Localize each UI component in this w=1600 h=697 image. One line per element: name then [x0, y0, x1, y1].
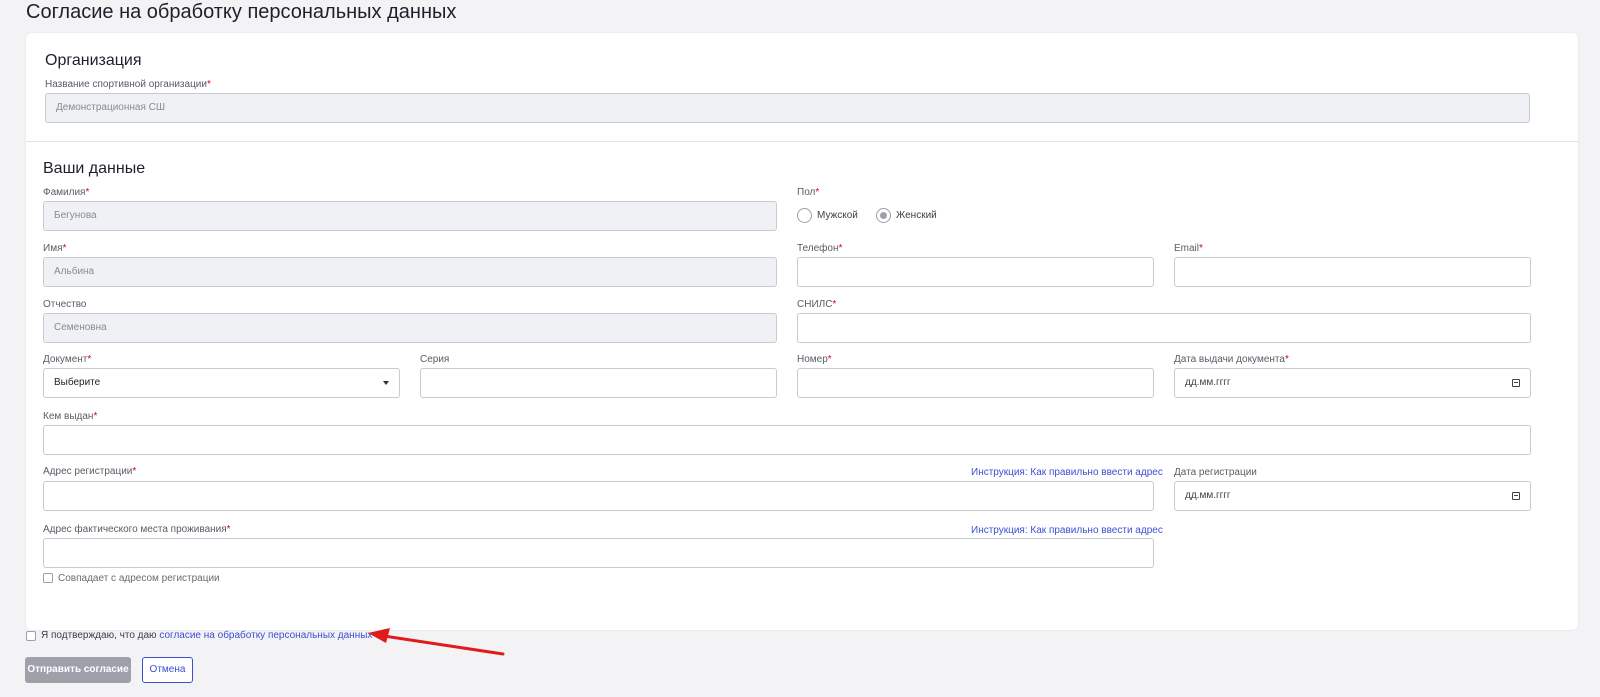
document-select[interactable]: Выберите	[43, 368, 400, 398]
gender-male-radio[interactable]	[797, 208, 812, 223]
gender-male-label: Мужской	[817, 210, 858, 221]
consent-text: Я подтверждаю, что даю согласие на обраб…	[41, 630, 373, 641]
same-address-label: Совпадает с адресом регистрации	[58, 573, 220, 584]
snils-label: СНИЛС*	[797, 299, 837, 310]
series-label: Серия	[420, 354, 450, 365]
personal-section-title: Ваши данные	[43, 160, 146, 177]
issue-date-label: Дата выдачи документа*	[1174, 354, 1289, 365]
annotation-arrow-shaft	[382, 634, 505, 656]
reg-date-input[interactable]: дд.мм.гггг	[1174, 481, 1531, 511]
same-address-checkbox[interactable]	[43, 573, 53, 583]
patronymic-label: Отчество	[43, 299, 87, 310]
annotation-arrow-head	[368, 628, 390, 643]
consent-link[interactable]: согласие на обработку персональных данны…	[159, 630, 372, 641]
gender-female-radio[interactable]	[876, 208, 891, 223]
issue-date-placeholder: дд.мм.гггг	[1185, 377, 1231, 388]
actual-address-input[interactable]	[43, 538, 1154, 568]
consent-checkbox[interactable]	[26, 631, 36, 641]
phone-input[interactable]	[797, 257, 1154, 287]
reg-date-placeholder: дд.мм.гггг	[1185, 490, 1231, 501]
actual-address-label: Адрес фактического места проживания*	[43, 524, 231, 535]
patronymic-field: Семеновна	[43, 313, 777, 343]
last-name-label: Фамилия*	[43, 187, 90, 198]
snils-input[interactable]	[797, 313, 1531, 343]
cancel-button[interactable]: Отмена	[142, 657, 193, 683]
issue-date-input[interactable]: дд.мм.гггг	[1174, 368, 1531, 398]
organization-name-label: Название спортивной организации*	[45, 79, 211, 90]
email-input[interactable]	[1174, 257, 1531, 287]
calendar-icon[interactable]	[1512, 492, 1520, 500]
submit-consent-button[interactable]: Отправить согласие	[25, 657, 131, 683]
actual-address-help-link[interactable]: Инструкция: Как правильно ввести адрес	[971, 525, 1163, 537]
annotation-arrow	[368, 628, 505, 656]
reg-address-label: Адрес регистрации*	[43, 466, 137, 477]
number-input[interactable]	[797, 368, 1154, 398]
number-label: Номер*	[797, 354, 832, 365]
document-select-value: Выберите	[54, 377, 101, 388]
gender-label: Пол*	[797, 187, 820, 198]
first-name-label: Имя*	[43, 243, 67, 254]
organization-name-field: Демонстрационная СШ	[45, 93, 1530, 123]
last-name-field: Бегунова	[43, 201, 777, 231]
issued-by-input[interactable]	[43, 425, 1531, 455]
chevron-down-icon	[383, 381, 389, 385]
issued-by-label: Кем выдан*	[43, 411, 98, 422]
calendar-icon[interactable]	[1512, 379, 1520, 387]
reg-address-input[interactable]	[43, 481, 1154, 511]
phone-label: Телефон*	[797, 243, 843, 254]
organization-section-title: Организация	[45, 52, 142, 69]
reg-date-label: Дата регистрации	[1174, 467, 1257, 478]
series-input[interactable]	[420, 368, 777, 398]
form-card: Организация Название спортивной организа…	[26, 33, 1578, 630]
page-title: Согласие на обработку персональных данны…	[26, 1, 457, 23]
section-divider	[26, 141, 1578, 142]
document-label: Документ*	[43, 354, 92, 365]
email-label: Email*	[1174, 243, 1203, 254]
gender-female-label: Женский	[896, 210, 937, 221]
reg-address-help-link[interactable]: Инструкция: Как правильно ввести адрес	[971, 467, 1163, 479]
first-name-field: Альбина	[43, 257, 777, 287]
